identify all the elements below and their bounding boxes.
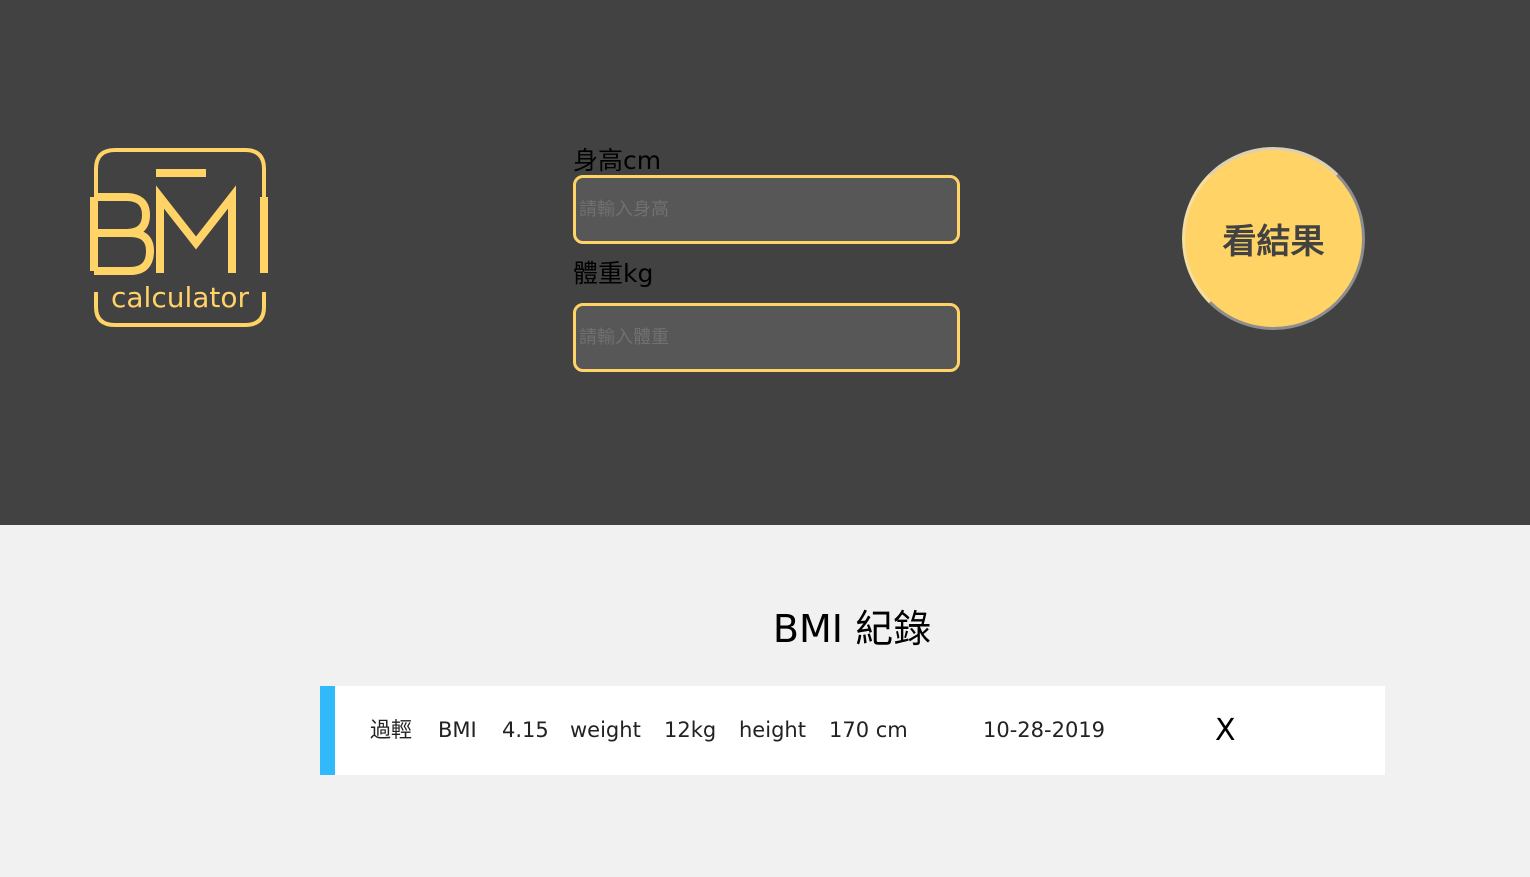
height-label: 身高cm — [573, 146, 662, 175]
see-result-button[interactable]: 看結果 — [1182, 147, 1365, 330]
logo-subtitle: calculator — [111, 281, 250, 314]
record-row: 過輕 BMI 4.15 weight 12kg height 170 cm 10… — [320, 686, 1385, 775]
bmi-logo-icon: calculator — [90, 148, 268, 327]
records-title: BMI 紀錄 — [772, 607, 932, 651]
header: calculator 身高cm 體重kg 看結果 — [0, 0, 1530, 525]
record-status: 過輕 — [370, 718, 412, 742]
weight-input[interactable] — [573, 303, 960, 372]
delete-record-button[interactable]: X — [1215, 716, 1236, 746]
weight-label: 體重kg — [573, 259, 654, 288]
record-date: 10-28-2019 — [983, 718, 1106, 742]
record-bmi-label: BMI — [438, 718, 477, 742]
record-height-label: height — [739, 718, 806, 742]
record-bmi-value: 4.15 — [502, 718, 549, 742]
record-weight-label: weight — [570, 718, 641, 742]
bmi-logo: calculator — [90, 147, 270, 327]
record-height-value: 170 cm — [829, 718, 908, 742]
height-input[interactable] — [573, 175, 960, 244]
record-weight-value: 12kg — [664, 718, 717, 742]
